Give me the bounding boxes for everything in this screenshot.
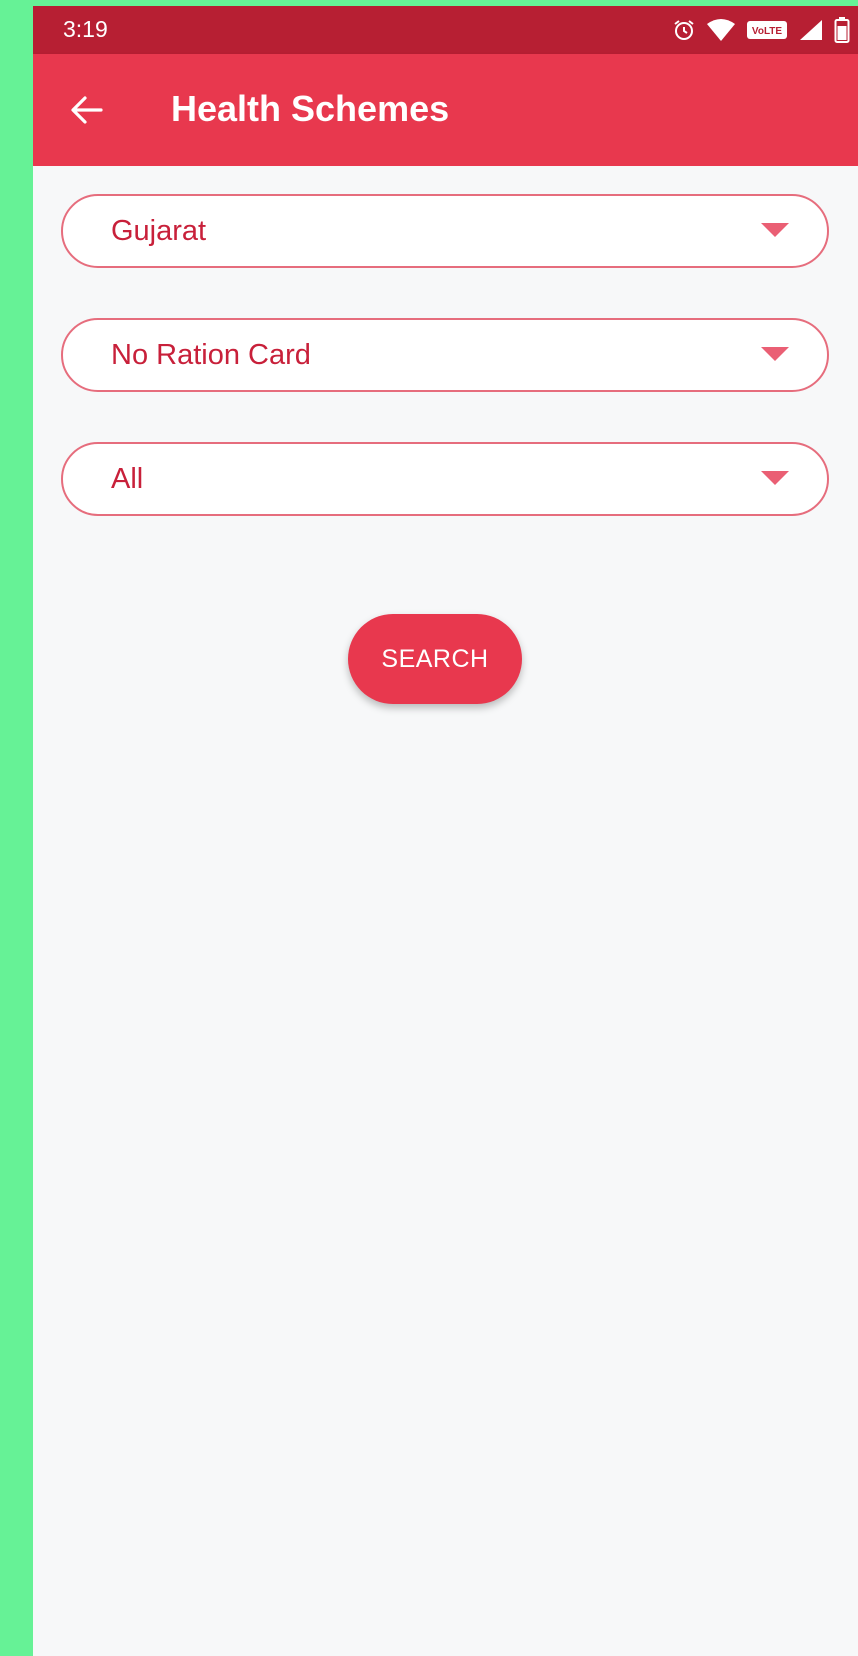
state-dropdown-value: Gujarat bbox=[111, 215, 207, 247]
search-button[interactable]: SEARCH bbox=[348, 614, 522, 704]
category-dropdown-value: All bbox=[111, 463, 144, 495]
caret-down-icon bbox=[761, 347, 789, 361]
status-time: 3:19 bbox=[63, 16, 108, 42]
wifi-icon bbox=[706, 18, 736, 42]
phone-screen: 3:19 VoLTE Health Schemes Gujarat No Rat… bbox=[33, 6, 858, 1656]
ration-card-dropdown[interactable]: No Ration Card bbox=[61, 318, 829, 392]
status-icons: VoLTE bbox=[672, 14, 850, 46]
battery-icon bbox=[834, 17, 850, 43]
volte-icon: VoLTE bbox=[746, 19, 788, 41]
content-area: Gujarat No Ration Card All SEARCH bbox=[33, 166, 858, 1656]
app-bar: Health Schemes bbox=[33, 54, 858, 166]
back-button[interactable] bbox=[63, 86, 111, 134]
ration-card-dropdown-value: No Ration Card bbox=[111, 339, 311, 371]
alarm-icon bbox=[672, 18, 696, 42]
arrow-left-icon bbox=[71, 96, 103, 124]
page-title: Health Schemes bbox=[171, 88, 450, 129]
volte-label: VoLTE bbox=[752, 26, 783, 37]
signal-icon bbox=[798, 18, 824, 42]
state-dropdown[interactable]: Gujarat bbox=[61, 194, 829, 268]
category-dropdown[interactable]: All bbox=[61, 442, 829, 516]
caret-down-icon bbox=[761, 223, 789, 237]
caret-down-icon bbox=[761, 471, 789, 485]
status-bar: 3:19 VoLTE bbox=[33, 6, 858, 54]
